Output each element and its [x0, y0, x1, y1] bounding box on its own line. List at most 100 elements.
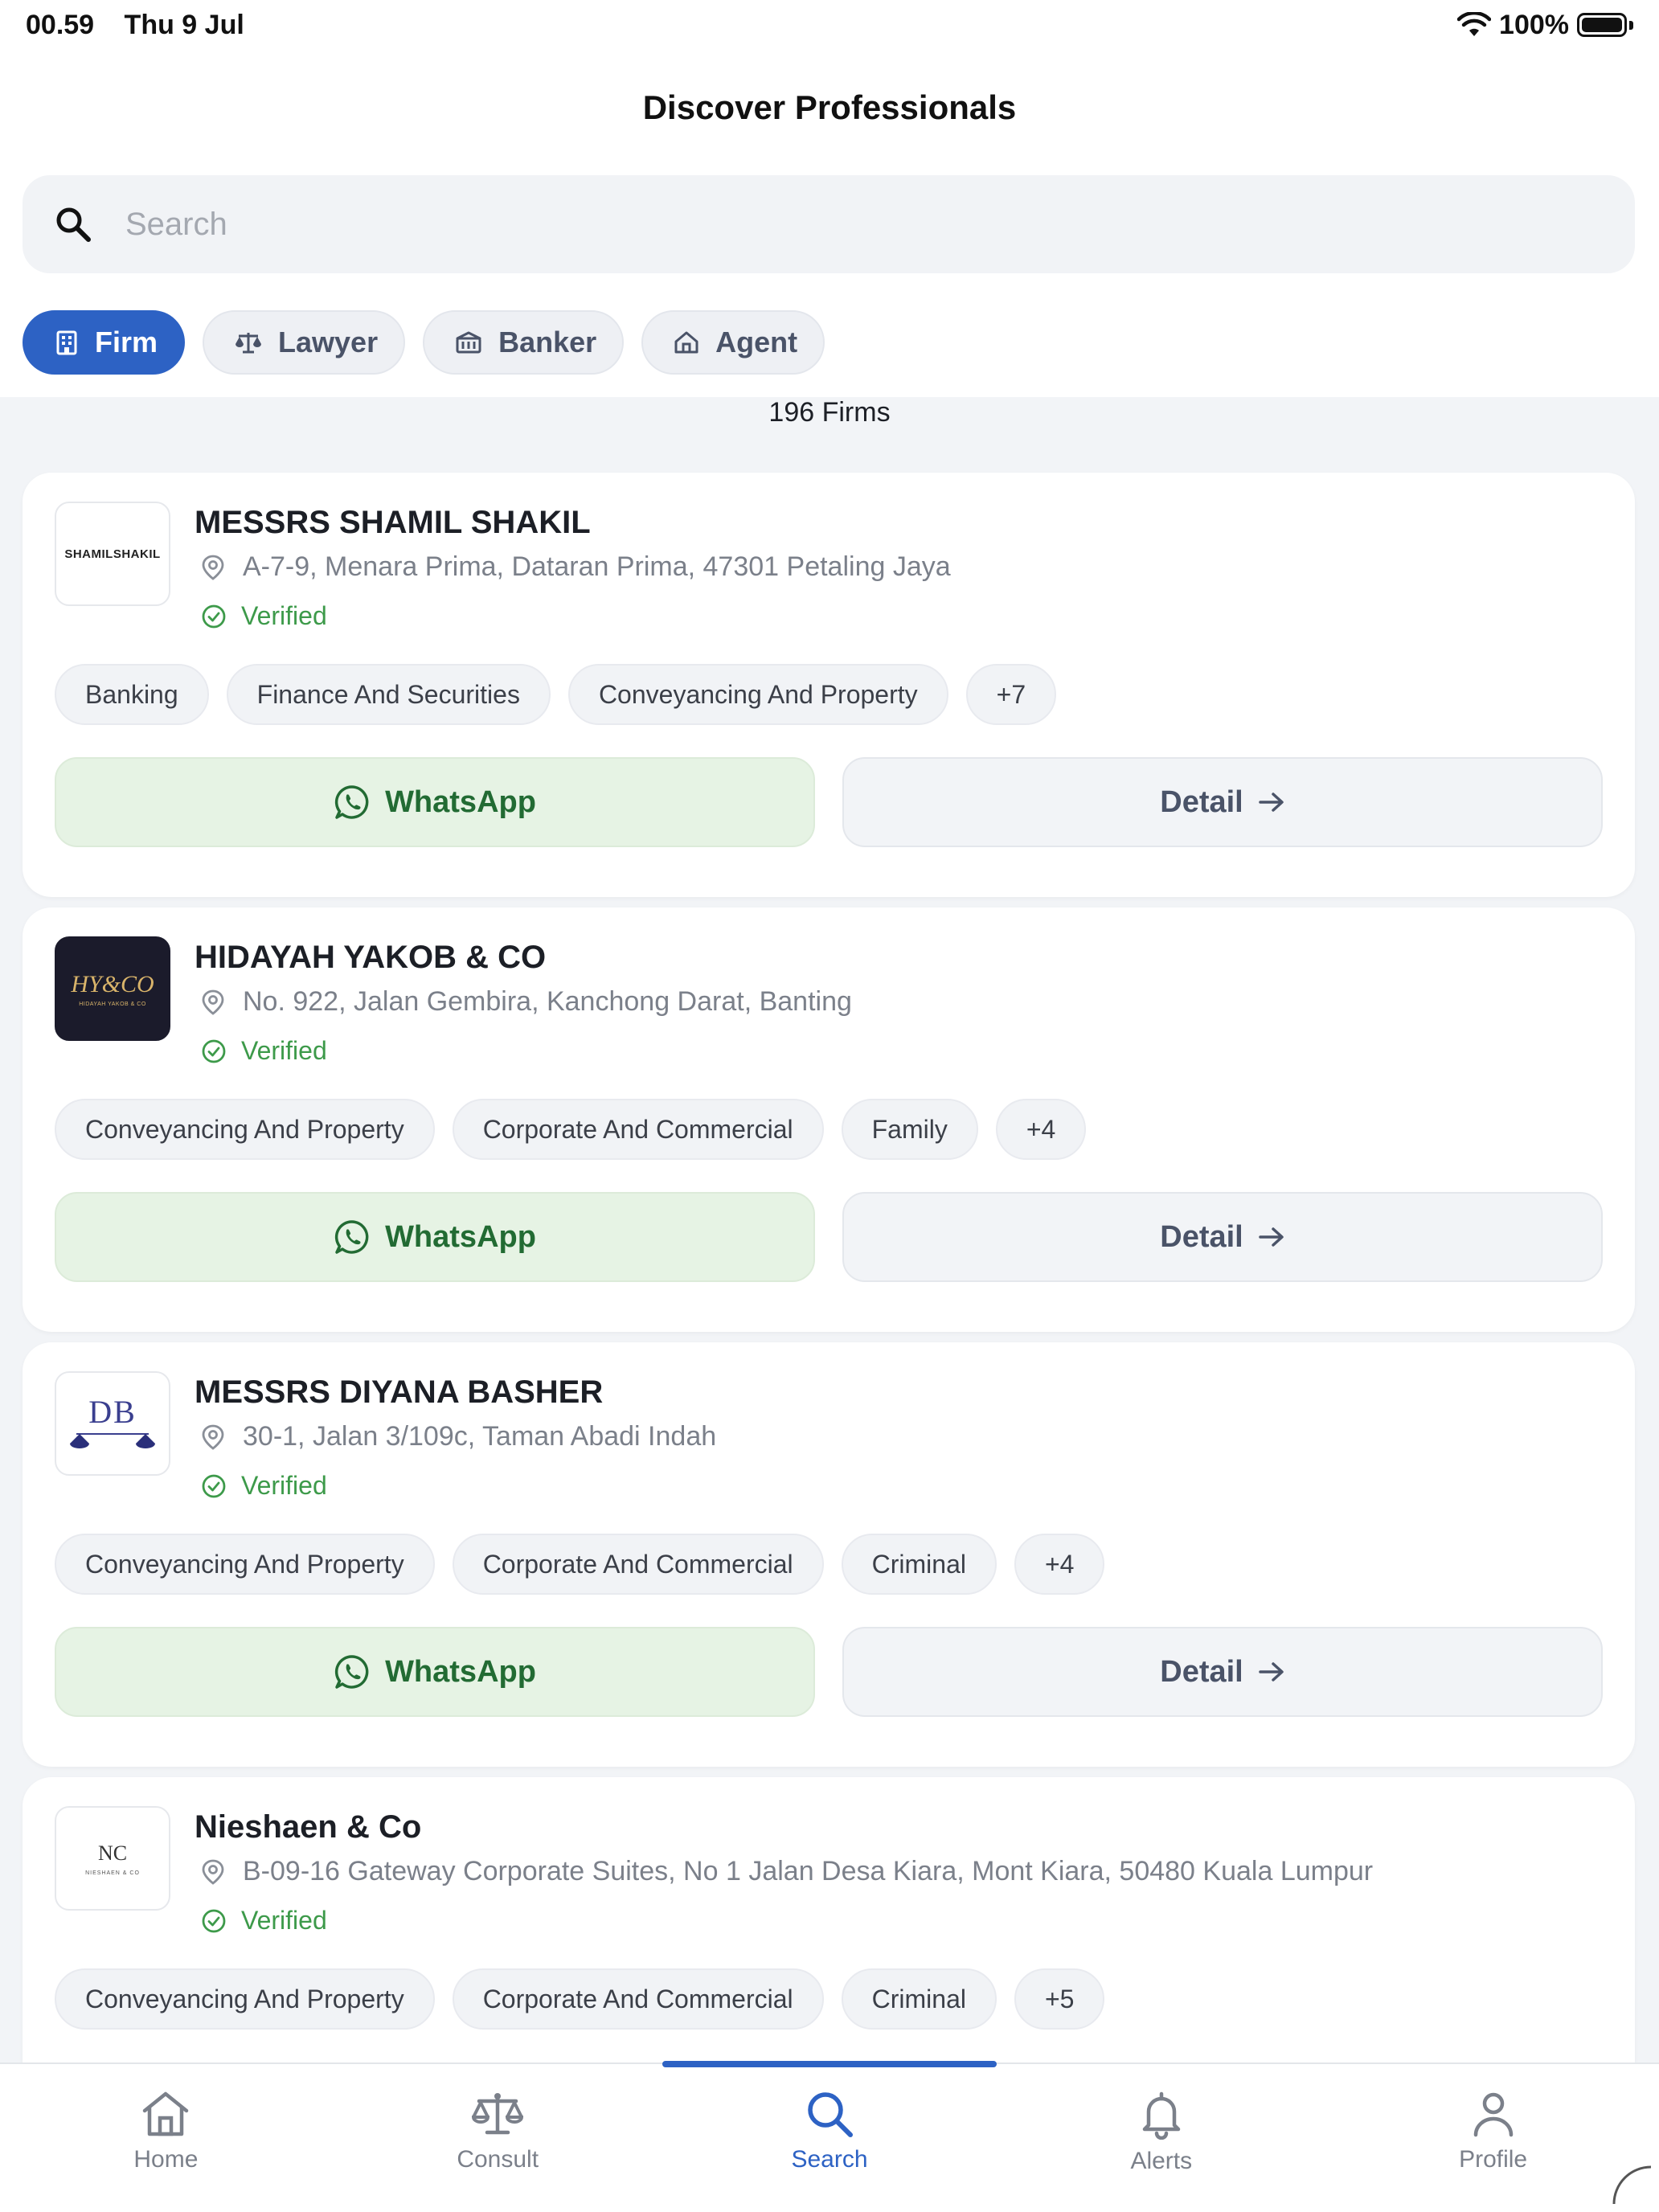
battery-icon: [1577, 13, 1633, 37]
arrow-right-icon: [1258, 793, 1284, 812]
firm-logo-text: NC: [97, 1841, 128, 1865]
firm-name: Nieshaen & Co: [195, 1809, 422, 1845]
detail-label: Detail: [1160, 784, 1243, 819]
whatsapp-icon: [335, 1220, 369, 1254]
practice-tag: Conveyancing And Property: [55, 1534, 435, 1595]
location-pin-icon: [202, 1859, 224, 1885]
detail-button[interactable]: Detail: [842, 1627, 1603, 1717]
search-bar[interactable]: [23, 175, 1635, 273]
filter-banker[interactable]: Banker: [423, 310, 625, 375]
nav-alerts[interactable]: Alerts: [995, 2064, 1327, 2212]
detail-button[interactable]: Detail: [842, 757, 1603, 847]
more-tags-count[interactable]: +4: [995, 1099, 1087, 1160]
firm-logo-subtext: NIESHAEN & CO: [85, 1870, 140, 1876]
firm-name: HIDAYAH YAKOB & CO: [195, 940, 547, 975]
filter-agent[interactable]: Agent: [641, 310, 825, 375]
house-icon: [674, 331, 698, 354]
home-icon: [143, 2091, 189, 2136]
status-bar: 00.59 Thu 9 Jul 100%: [0, 0, 1659, 50]
scale-logo-icon: [70, 1432, 155, 1448]
firm-logo: HY&CO HIDAYAH YAKOB & CO: [55, 936, 170, 1041]
whatsapp-icon: [335, 1655, 369, 1689]
bottom-nav: Home Consult Search Alerts Profile: [0, 2061, 1659, 2212]
whatsapp-button[interactable]: WhatsApp: [55, 1627, 815, 1717]
firm-card[interactable]: SHAMILSHAKIL MESSRS SHAMIL SHAKIL A-7-9,…: [23, 473, 1635, 897]
scale-icon: [236, 333, 262, 354]
verified-label: Verified: [241, 1471, 327, 1500]
filter-chips: Firm Lawyer Banker Agent: [23, 310, 825, 375]
search-icon: [808, 2092, 853, 2137]
firm-address-text: No. 922, Jalan Gembira, Kanchong Darat, …: [243, 986, 852, 1017]
whatsapp-label: WhatsApp: [385, 1654, 536, 1689]
location-pin-icon: [202, 989, 224, 1015]
firm-address: B-09-16 Gateway Corporate Suites, No 1 J…: [201, 1856, 1373, 1887]
check-circle-icon: [202, 1909, 226, 1932]
filter-label: Agent: [715, 326, 798, 358]
filter-lawyer[interactable]: Lawyer: [203, 310, 406, 375]
practice-tag: Family: [841, 1099, 978, 1160]
whatsapp-label: WhatsApp: [385, 1219, 536, 1254]
nav-label: Profile: [1459, 2146, 1528, 2173]
verified-badge: Verified: [201, 1036, 327, 1066]
practice-tags: Banking Finance And Securities Conveyanc…: [55, 664, 1057, 725]
status-left: 00.59 Thu 9 Jul: [26, 10, 267, 41]
practice-tags: Conveyancing And Property Corporate And …: [55, 1534, 1105, 1595]
active-tab-indicator: [662, 2061, 997, 2067]
bank-icon: [456, 331, 481, 354]
filter-label: Firm: [95, 326, 158, 358]
firm-address-text: 30-1, Jalan 3/109c, Taman Abadi Indah: [243, 1421, 717, 1452]
firm-logo-text: SHAMILSHAKIL: [64, 547, 161, 561]
firm-address-text: A-7-9, Menara Prima, Dataran Prima, 4730…: [243, 551, 951, 582]
check-circle-icon: [202, 1474, 226, 1497]
nav-label: Consult: [457, 2146, 539, 2173]
status-date: Thu 9 Jul: [124, 9, 244, 40]
wifi-icon: [1457, 12, 1492, 36]
firm-card[interactable]: DB MESSRS DIYANA BASHER 30-1, Jalan 3/10…: [23, 1342, 1635, 1767]
filter-label: Banker: [498, 326, 597, 358]
scale-icon: [472, 2093, 524, 2135]
page-title: Discover Professionals: [642, 88, 1017, 126]
check-circle-icon: [202, 604, 226, 628]
whatsapp-icon: [335, 785, 369, 819]
firm-address: 30-1, Jalan 3/109c, Taman Abadi Indah: [201, 1421, 716, 1452]
nav-label: Home: [133, 2146, 199, 2173]
search-input[interactable]: [125, 206, 1572, 243]
nav-search[interactable]: Search: [664, 2064, 996, 2212]
firm-logo-text: HY&CO: [71, 970, 154, 997]
nav-home[interactable]: Home: [0, 2064, 332, 2212]
practice-tags: Conveyancing And Property Corporate And …: [55, 1099, 1087, 1160]
status-right: 100%: [1457, 10, 1633, 41]
whatsapp-button[interactable]: WhatsApp: [55, 757, 815, 847]
practice-tag: Conveyancing And Property: [55, 1968, 435, 2030]
firm-name: MESSRS SHAMIL SHAKIL: [195, 505, 591, 540]
filter-firm[interactable]: Firm: [23, 310, 186, 375]
arrow-right-icon: [1258, 1662, 1284, 1682]
verified-label: Verified: [241, 1036, 327, 1065]
battery-percent: 100%: [1499, 9, 1569, 40]
practice-tags: Conveyancing And Property Corporate And …: [55, 1968, 1105, 2030]
whatsapp-button[interactable]: WhatsApp: [55, 1192, 815, 1282]
more-tags-count[interactable]: +5: [1014, 1968, 1105, 2030]
status-time: 00.59: [26, 9, 95, 40]
more-tags-count[interactable]: +7: [965, 664, 1057, 725]
nav-label: Search: [791, 2146, 868, 2173]
detail-label: Detail: [1160, 1654, 1243, 1689]
firm-logo-subtext: HIDAYAH YAKOB & CO: [79, 1001, 146, 1007]
firm-card[interactable]: HY&CO HIDAYAH YAKOB & CO HIDAYAH YAKOB &…: [23, 907, 1635, 1332]
practice-tag: Criminal: [841, 1534, 997, 1595]
check-circle-icon: [202, 1039, 226, 1063]
nav-consult[interactable]: Consult: [332, 2064, 664, 2212]
corner-indicator: [1612, 2165, 1652, 2205]
bell-icon: [1142, 2091, 1181, 2140]
detail-button[interactable]: Detail: [842, 1192, 1603, 1282]
practice-tag: Conveyancing And Property: [567, 664, 948, 725]
location-pin-icon: [202, 555, 224, 580]
header: Discover Professionals Firm: [0, 50, 1659, 397]
detail-label: Detail: [1160, 1219, 1243, 1254]
verified-label: Verified: [241, 1906, 327, 1935]
practice-tag: Corporate And Commercial: [452, 1534, 824, 1595]
practice-tag: Corporate And Commercial: [452, 1968, 824, 2030]
more-tags-count[interactable]: +4: [1014, 1534, 1105, 1595]
firm-address-text: B-09-16 Gateway Corporate Suites, No 1 J…: [243, 1856, 1374, 1886]
verified-badge: Verified: [201, 601, 327, 631]
